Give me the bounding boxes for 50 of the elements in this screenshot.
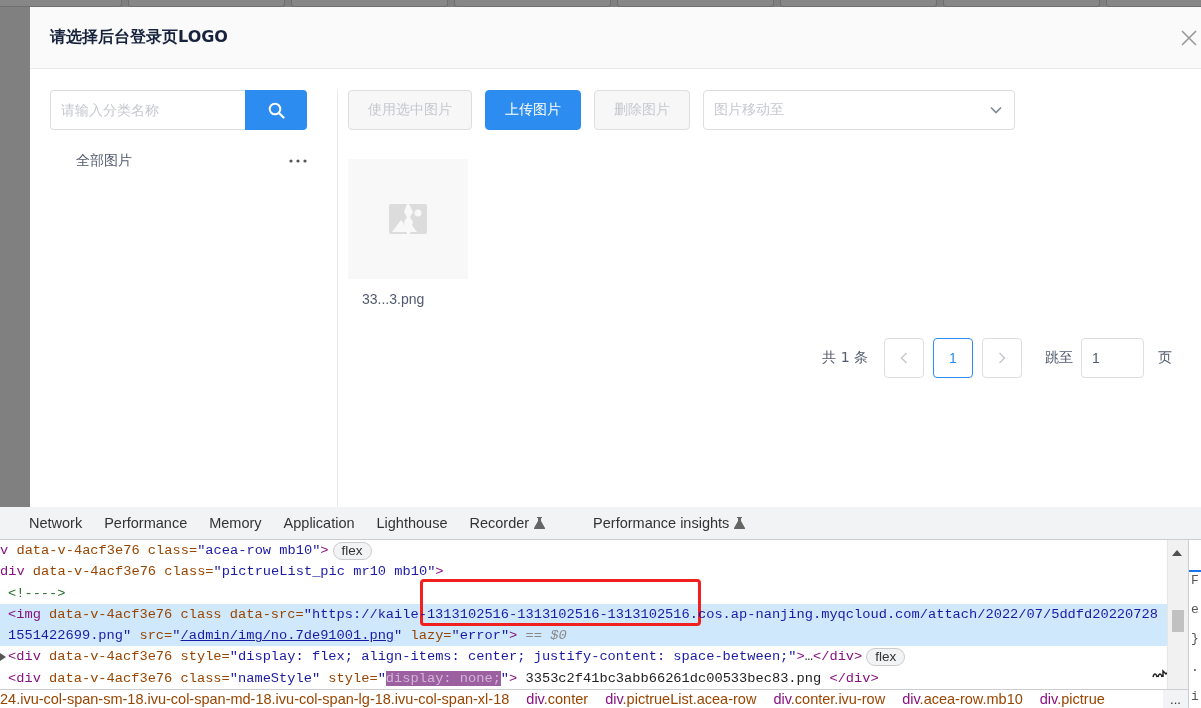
category-item[interactable]: 全部图片 (76, 152, 132, 170)
devtools-tab[interactable]: Recorder (469, 515, 530, 531)
flask-icon (534, 517, 546, 529)
scrollbar[interactable] (1167, 540, 1188, 689)
page-suffix: 页 (1158, 349, 1172, 367)
chevron-right-icon (998, 352, 1006, 364)
code-line: div data-v-4acf3e76 class="pictrueList_pic mr10 mb10"> (0, 563, 444, 582)
breadcrumb-item[interactable]: div.pictrueList.acea-row (605, 691, 757, 707)
expand-icon[interactable] (0, 653, 6, 662)
search-button[interactable] (245, 90, 307, 130)
breadcrumb-item[interactable]: div.conter.ivu-row (773, 691, 886, 707)
panel-text: e (1191, 602, 1200, 617)
devtools-tab[interactable]: Lighthouse (376, 515, 448, 531)
scrollbar-thumb[interactable] (1172, 610, 1184, 632)
close-icon[interactable] (1180, 28, 1198, 47)
scroll-up-icon[interactable] (1172, 550, 1182, 556)
breadcrumb-item[interactable]: div.conter (526, 691, 589, 707)
devtools-tab[interactable]: Application (283, 515, 355, 531)
flask-icon (734, 517, 746, 529)
total-count: 共 1 条 (822, 349, 868, 367)
code-line: <div data-v-4acf3e76 class="nameStyle" style="display: none;"> 3353c2f41bc3abb66261dc00533bec83.png </div> (8, 669, 879, 688)
devtools-tab[interactable]: Memory (209, 515, 262, 531)
code-line: <!----> (8, 584, 66, 603)
file-name: 33...3.png (361, 291, 426, 307)
breadcrumb-item[interactable]: div.acea-row.mb10 (902, 691, 1023, 707)
search-icon (267, 101, 285, 119)
panel-text: . (1191, 660, 1200, 675)
devtools-tab[interactable]: Performance insights (593, 515, 730, 531)
chevron-left-icon (900, 352, 908, 364)
more-icon[interactable] (289, 159, 307, 163)
code-line: <div data-v-4acf3e76 style="display: flex; align-items: center; justify-content: space-between;">…</div> (8, 648, 863, 667)
devtools-tab[interactable]: Performance (104, 515, 188, 531)
breadcrumb-item[interactable]: 24.ivu-col-span-sm-18.ivu-col-span-md-18.ivu-col-span-lg-18.ivu-col-span-xl-18 (0, 691, 510, 707)
panel-text: F (1191, 573, 1200, 588)
code-link[interactable]: /admin/img/no.7de91001.png (180, 628, 395, 644)
jump-page-field[interactable]: 1 (1081, 338, 1144, 378)
breadcrumb-item[interactable]: div.pictrue (1039, 691, 1105, 707)
panel-text: } (1191, 631, 1200, 646)
category-search-field[interactable]: 请输入分类名称 (50, 90, 245, 130)
code-line: v data-v-4acf3e76 class="acea-row mb10"> (0, 542, 329, 560)
chevron-down-icon (990, 106, 1002, 114)
breadcrumb-more-button[interactable]: ... (1163, 690, 1188, 708)
image-thumbnail[interactable] (348, 159, 468, 279)
panel-text: i (1191, 689, 1200, 704)
broken-image-icon (389, 204, 427, 234)
flex-badge[interactable]: flex (866, 648, 906, 667)
jump-label: 跳至 (1045, 349, 1073, 367)
dialog-title: 请选择后台登录页LOGO (50, 27, 228, 48)
devtools-tab[interactable]: Network (29, 515, 83, 531)
flex-badge[interactable]: flex (332, 541, 372, 560)
